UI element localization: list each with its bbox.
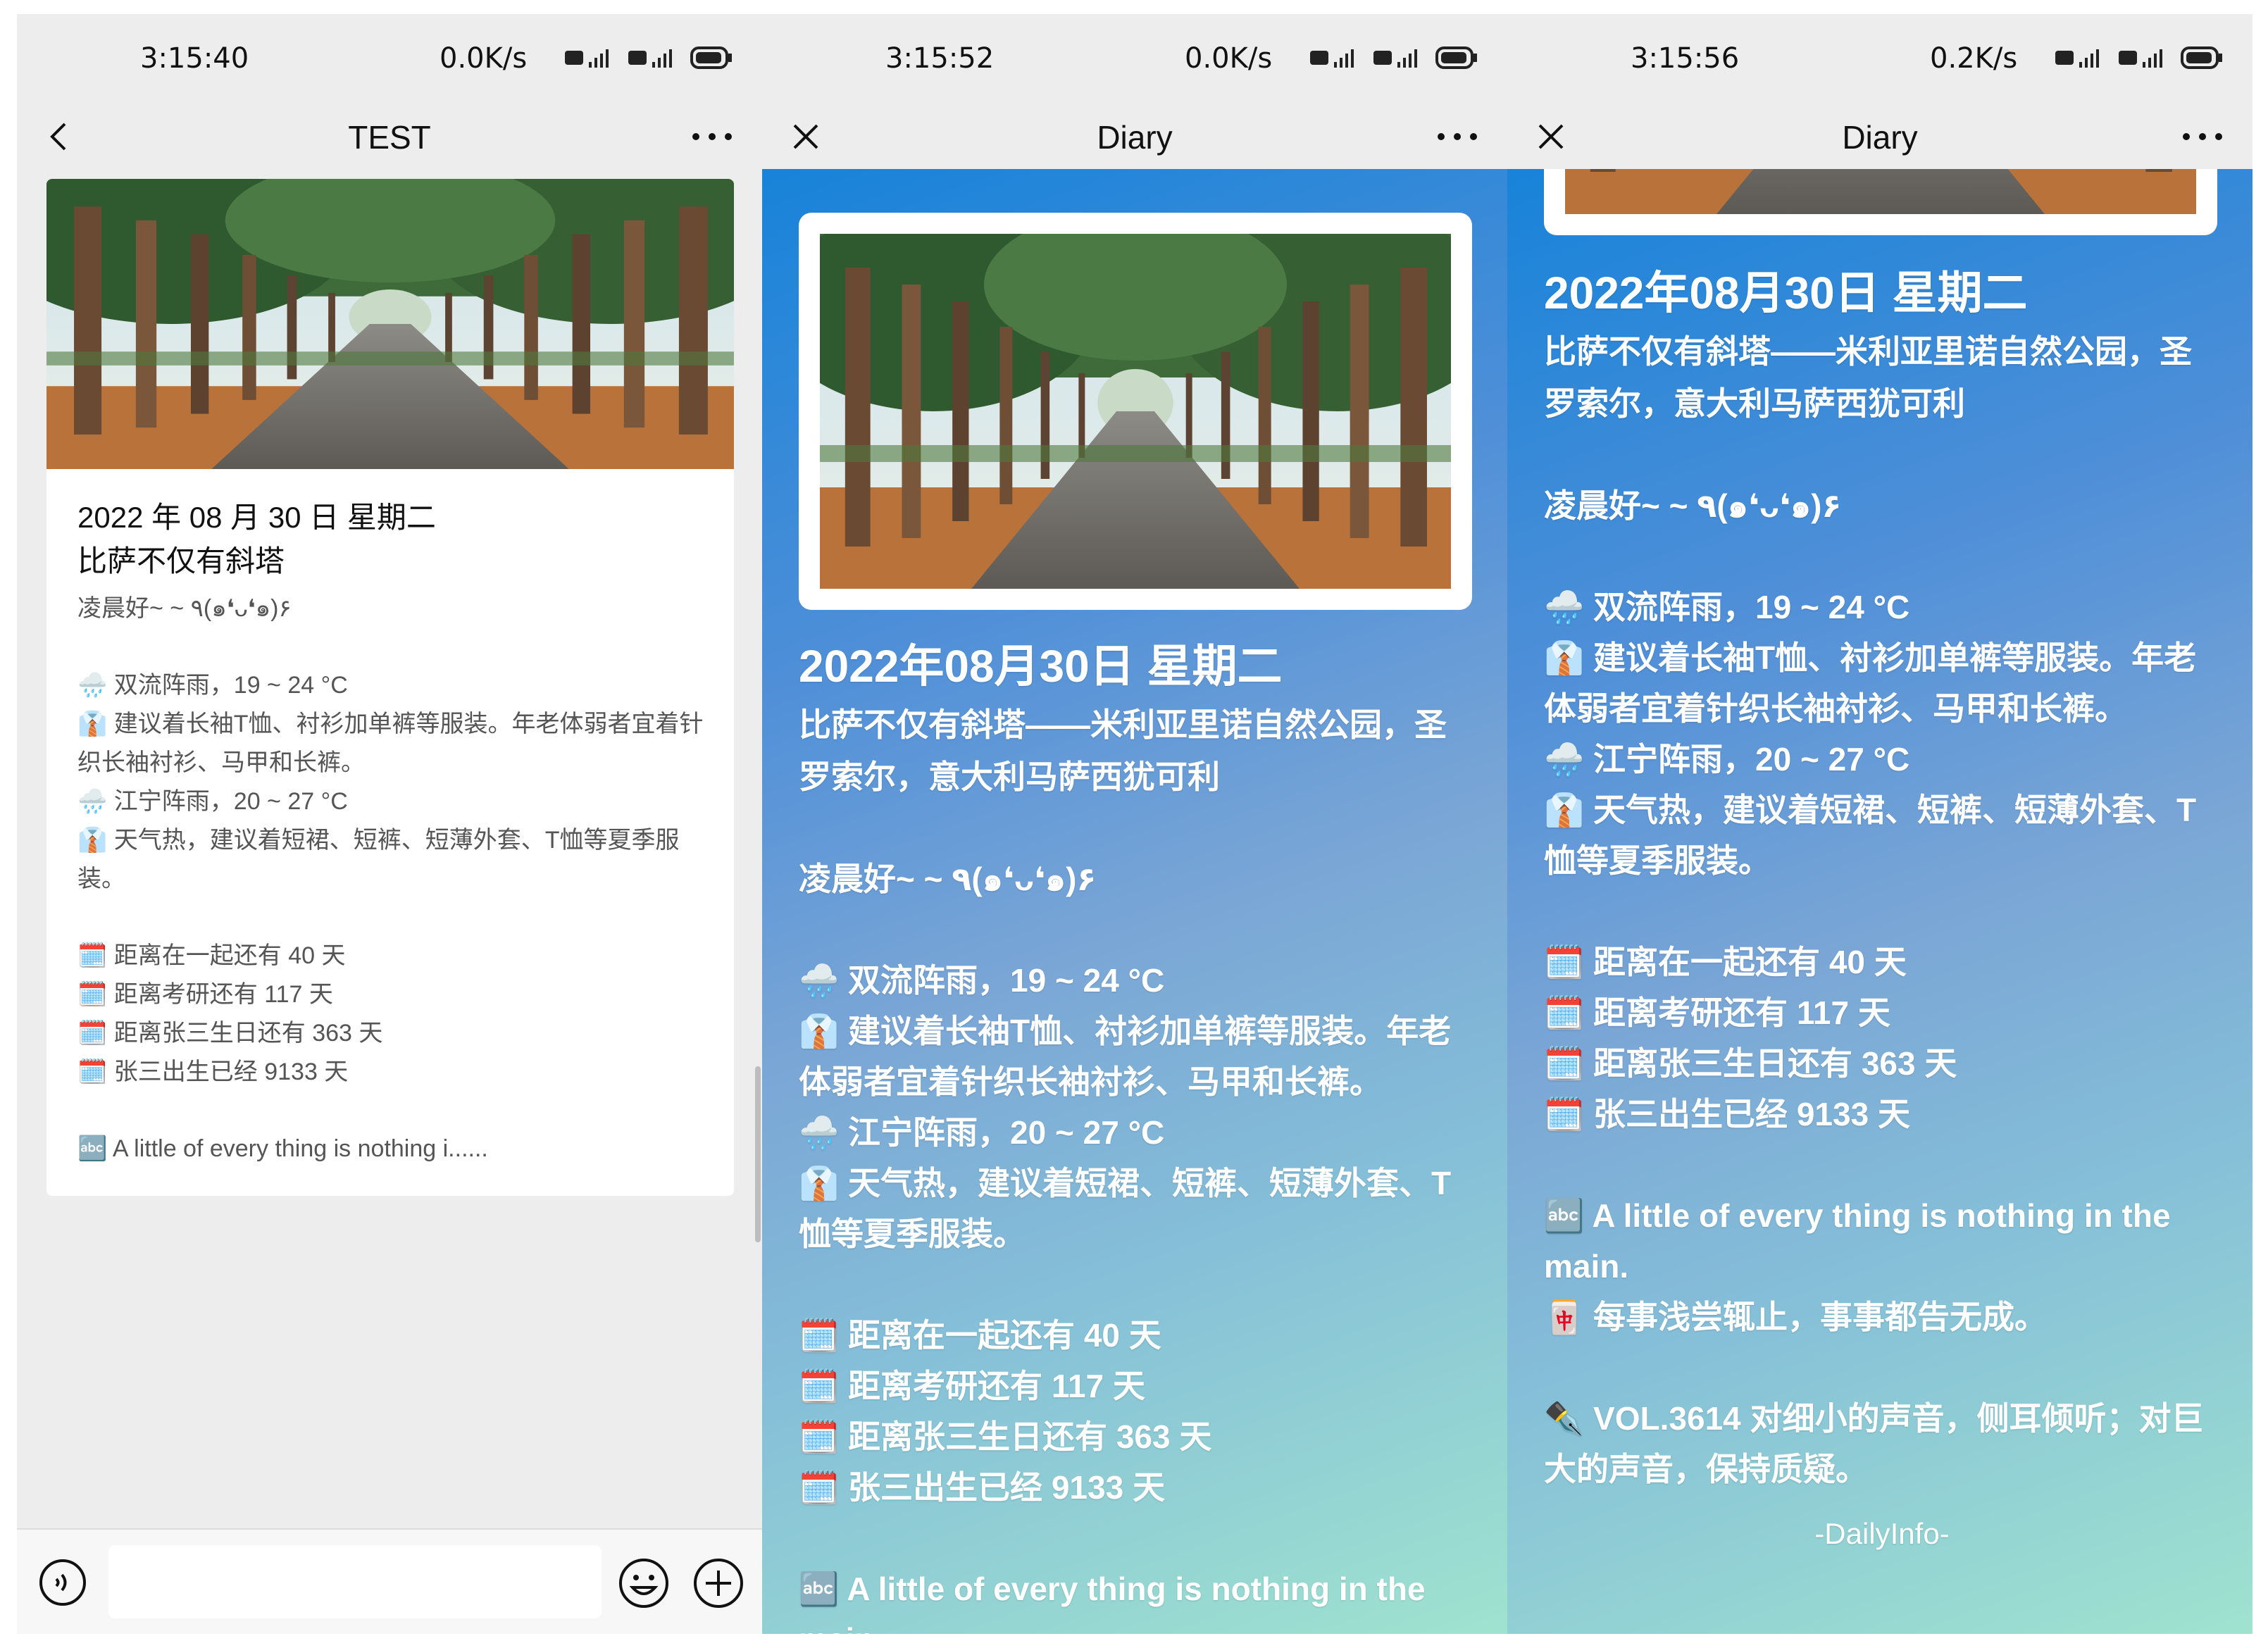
forest-road-image — [46, 179, 734, 469]
status-network-speed: 0.2K/s — [1930, 42, 2018, 75]
card-body: 2022 年 08 月 30 日 星期二 比萨不仅有斜塔 凌晨好~ ~ ٩(๑❛… — [77, 496, 711, 1168]
more-icon[interactable] — [690, 120, 734, 154]
diary-panel-scrolled: 3:15:56 0.2K/s Diary 2022年08月30日 星期二 比萨不… — [1507, 14, 2253, 1634]
diary-greeting: 凌晨好~ ~ ٩(๑❛ᴗ❛๑)۶ — [1544, 487, 1842, 524]
diary-clothing-1: 👔 建议着长袖T恤、衬衫加单裤等服装。年老体弱者宜着针织长袖衬衫、马甲和长裤。 — [1544, 639, 2197, 727]
diary-countdown-3: 🗓️ 距离张三生日还有 363 天 — [799, 1418, 1212, 1455]
signal-battery-icon — [1310, 44, 1493, 72]
message-input[interactable] — [108, 1545, 602, 1618]
emoji-icon[interactable] — [617, 1556, 671, 1610]
diary-panel-top: 3:15:52 0.0K/s Diary 2022年08月30日 星期二 比萨不… — [762, 14, 1507, 1634]
page-title: Diary — [1097, 119, 1173, 156]
image-frame — [799, 213, 1472, 610]
diary-clothing-2: 👔 天气热，建议着短裙、短裤、短薄外套、T恤等夏季服装。 — [1544, 792, 2197, 879]
diary-countdown-4: 🗓️ 张三出生已经 9133 天 — [799, 1469, 1165, 1506]
voice-icon[interactable] — [38, 1558, 87, 1607]
diary-date: 2022年08月30日 星期二 — [1544, 268, 2028, 318]
card-weather-1: 🌧️ 双流阵雨，19 ~ 24 °C — [77, 672, 348, 699]
status-time: 3:15:52 — [885, 42, 995, 75]
more-icon[interactable] — [2181, 120, 2224, 154]
diary-vol: ✒️ VOL.3614 对细小的声音，侧耳倾听；对巨大的声音，保持质疑。 — [1544, 1400, 2204, 1487]
card-countdown-1: 🗓️ 距离在一起还有 40 天 — [77, 942, 346, 969]
chat-title: TEST — [348, 119, 431, 156]
status-bar: 3:15:40 0.0K/s — [17, 14, 762, 104]
diary-text: 2022年08月30日 星期二 比萨不仅有斜塔——米利亚里诺自然公园，圣罗索尔，… — [799, 634, 1475, 1634]
chat-input-bar — [17, 1528, 762, 1634]
signal-battery-icon — [565, 44, 748, 72]
nav-bar: Diary — [762, 104, 1507, 169]
diary-content: 2022年08月30日 星期二 比萨不仅有斜塔——米利亚里诺自然公园，圣罗索尔，… — [762, 169, 1507, 1634]
diary-countdown-4: 🗓️ 张三出生已经 9133 天 — [1544, 1096, 1910, 1132]
status-network-speed: 0.0K/s — [1185, 42, 1273, 75]
diary-message-card[interactable]: 2022 年 08 月 30 日 星期二 比萨不仅有斜塔 凌晨好~ ~ ٩(๑❛… — [46, 179, 734, 1196]
scrollbar[interactable] — [755, 1066, 761, 1242]
diary-countdown-1: 🗓️ 距离在一起还有 40 天 — [799, 1317, 1161, 1354]
card-countdown-4: 🗓️ 张三出生已经 9133 天 — [77, 1059, 349, 1085]
diary-weather-1: 🌧️ 双流阵雨，19 ~ 24 °C — [799, 962, 1165, 999]
diary-countdown-2: 🗓️ 距离考研还有 117 天 — [799, 1368, 1145, 1404]
card-clothing-1: 👔 建议着长袖T恤、衬衫加单裤等服装。年老体弱者宜着针织长袖衬衫、马甲和长裤。 — [77, 711, 704, 776]
card-countdown-2: 🗓️ 距离考研还有 117 天 — [77, 981, 333, 1008]
diary-clothing-2: 👔 天气热，建议着短裙、短裤、短薄外套、T恤等夏季服装。 — [799, 1165, 1452, 1252]
diary-text: 2022年08月30日 星期二 比萨不仅有斜塔——米利亚里诺自然公园，圣罗索尔，… — [1544, 261, 2220, 1559]
status-time: 3:15:56 — [1631, 42, 1740, 75]
status-network-speed: 0.0K/s — [440, 42, 528, 75]
card-date: 2022 年 08 月 30 日 星期二 — [77, 501, 436, 534]
diary-place: 比萨不仅有斜塔——米利亚里诺自然公园，圣罗索尔，意大利马萨西犹可利 — [799, 706, 1447, 795]
diary-place: 比萨不仅有斜塔——米利亚里诺自然公园，圣罗索尔，意大利马萨西犹可利 — [1544, 333, 2192, 422]
top-bar: 3:15:52 0.0K/s Diary — [762, 14, 1507, 169]
top-bar: 3:15:40 0.0K/s TEST — [17, 14, 762, 169]
diary-countdown-1: 🗓️ 距离在一起还有 40 天 — [1544, 944, 1907, 980]
diary-date: 2022年08月30日 星期二 — [799, 641, 1283, 692]
diary-countdown-2: 🗓️ 距离考研还有 117 天 — [1544, 994, 1890, 1031]
diary-quote-en: 🔤 A little of every thing is nothing in … — [1544, 1197, 2171, 1285]
diary-greeting: 凌晨好~ ~ ٩(๑❛ᴗ❛๑)۶ — [799, 861, 1097, 897]
diary-content: 2022年08月30日 星期二 比萨不仅有斜塔——米利亚里诺自然公园，圣罗索尔，… — [1507, 169, 2253, 1634]
diary-clothing-1: 👔 建议着长袖T恤、衬衫加单裤等服装。年老体弱者宜着针织长袖衬衫、马甲和长裤。 — [799, 1013, 1452, 1100]
signal-battery-icon — [2055, 44, 2238, 72]
top-bar: 3:15:56 0.2K/s Diary — [1507, 14, 2253, 169]
card-weather-2: 🌧️ 江宁阵雨，20 ~ 27 °C — [77, 788, 348, 815]
status-time: 3:15:40 — [140, 42, 249, 75]
nav-bar: Diary — [1507, 104, 2253, 169]
diary-quote-cn: 🀄 每事浅尝辄止，事事都告无成。 — [1544, 1299, 2048, 1335]
card-greeting: 凌晨好~ ~ ٩(๑❛ᴗ❛๑)۶ — [77, 595, 292, 622]
diary-countdown-3: 🗓️ 距离张三生日还有 363 天 — [1544, 1045, 1957, 1082]
card-countdown-3: 🗓️ 距离张三生日还有 363 天 — [77, 1020, 383, 1047]
diary-quote-en: 🔤 A little of every thing is nothing in … — [799, 1571, 1426, 1634]
status-bar: 3:15:56 0.2K/s — [1507, 14, 2253, 104]
diary-weather-2: 🌧️ 江宁阵雨，20 ~ 27 °C — [799, 1114, 1165, 1151]
forest-road-image — [820, 234, 1451, 589]
status-bar: 3:15:52 0.0K/s — [762, 14, 1507, 104]
card-quote: 🔤 A little of every thing is nothing i..… — [77, 1135, 488, 1162]
image-frame — [1544, 169, 2217, 235]
card-place: 比萨不仅有斜塔 — [77, 544, 285, 578]
diary-signature: -DailyInfo- — [1814, 1517, 1950, 1550]
diary-weather-1: 🌧️ 双流阵雨，19 ~ 24 °C — [1544, 589, 1910, 625]
diary-weather-2: 🌧️ 江宁阵雨，20 ~ 27 °C — [1544, 741, 1910, 778]
chat-panel: 3:15:40 0.0K/s TEST 2022 年 08 月 30 日 星期二… — [17, 14, 762, 1634]
forest-road-image — [1565, 169, 2196, 214]
plus-icon[interactable] — [692, 1556, 745, 1610]
nav-bar: TEST — [17, 104, 762, 169]
card-clothing-2: 👔 天气热，建议着短裙、短裤、短薄外套、T恤等夏季服装。 — [77, 827, 680, 892]
more-icon[interactable] — [1435, 120, 1479, 154]
page-title: Diary — [1842, 119, 1918, 156]
